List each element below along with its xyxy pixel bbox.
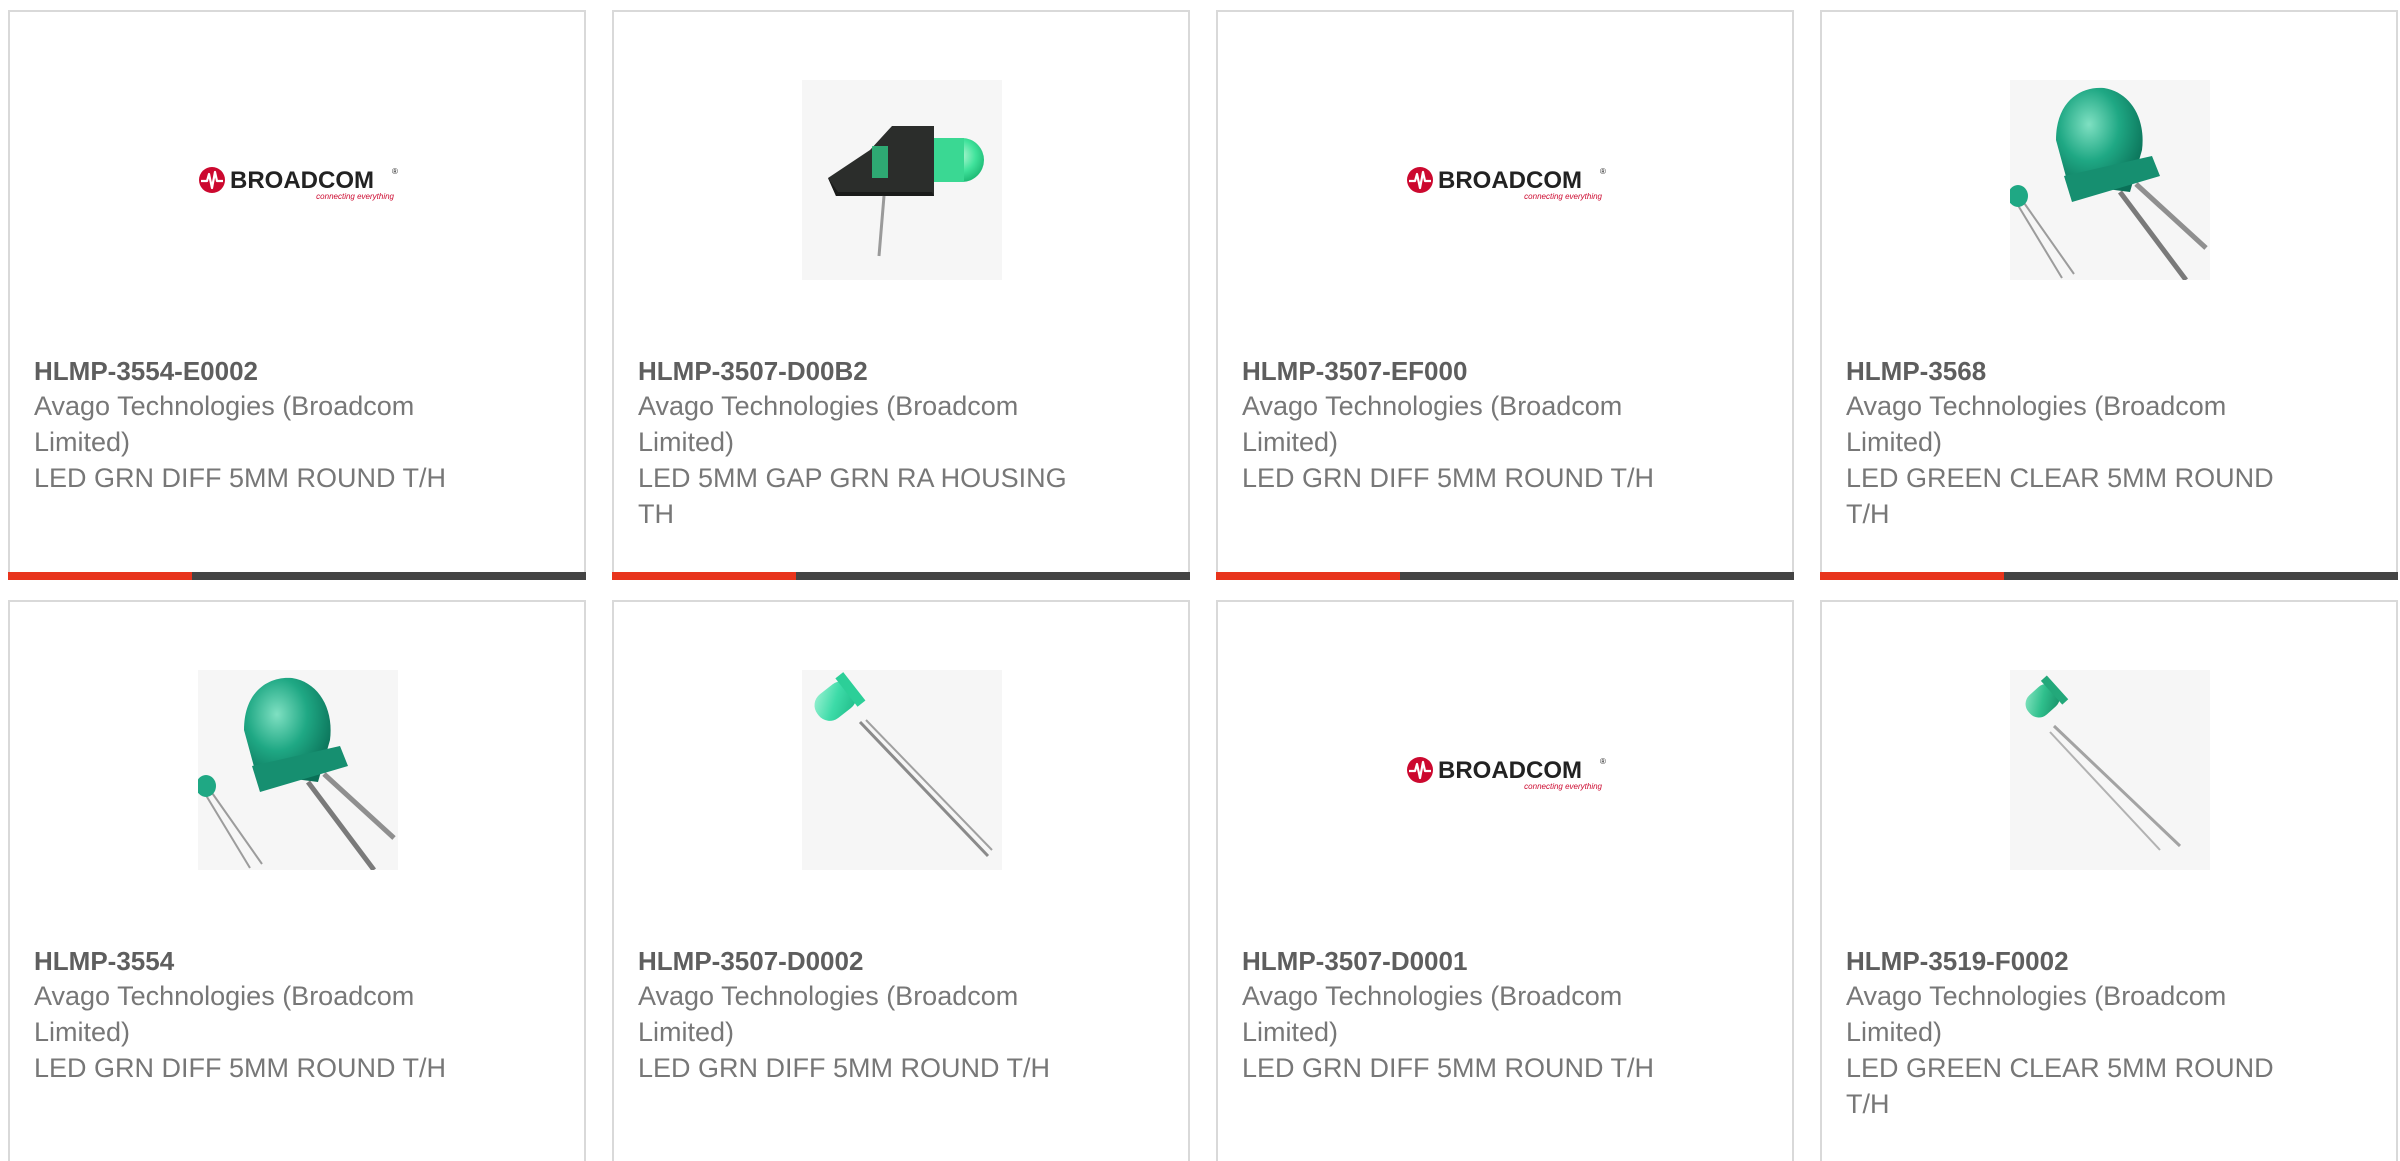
product-card[interactable]: HLMP-3554 Avago Technologies (Broadcom L… xyxy=(8,600,586,1161)
svg-text:®: ® xyxy=(1600,167,1606,176)
description: LED GREEN CLEAR 5MM ROUND T/H xyxy=(1846,463,2274,529)
manufacturer: Avago Technologies (Broadcom Limited) xyxy=(638,391,1019,457)
product-card[interactable]: HLMP-3507-D0002 Avago Technologies (Broa… xyxy=(612,600,1190,1161)
broadcom-logo: BROADCOM ® connecting everything xyxy=(1407,167,1606,201)
product-image[interactable] xyxy=(802,80,1002,280)
small-led xyxy=(2025,675,2182,851)
manufacturer: Avago Technologies (Broadcom Limited) xyxy=(34,981,415,1047)
manufacturer: Avago Technologies (Broadcom Limited) xyxy=(34,391,415,457)
part-number[interactable]: HLMP-3554-E0002 xyxy=(34,354,464,388)
broadcom-logo: BROADCOM ® connecting everything xyxy=(1407,757,1606,791)
product-card[interactable]: BROADCOM ® connecting everything HLMP-35… xyxy=(1216,10,1794,580)
product-image[interactable] xyxy=(198,670,398,870)
part-number[interactable]: HLMP-3568 xyxy=(1846,354,2276,388)
product-card[interactable]: BROADCOM ® connecting everything HLMP-35… xyxy=(8,10,586,580)
product-image[interactable]: BROADCOM ® connecting everything xyxy=(1406,670,1606,870)
svg-text:connecting everything: connecting everything xyxy=(1524,192,1602,201)
svg-text:®: ® xyxy=(1600,757,1606,766)
flanged-led-pair xyxy=(198,677,396,870)
card-bottom-bar xyxy=(612,572,1190,580)
description: LED GRN DIFF 5MM ROUND T/H xyxy=(1242,1053,1655,1083)
svg-text:connecting everything: connecting everything xyxy=(1524,782,1602,791)
manufacturer: Avago Technologies (Broadcom Limited) xyxy=(1242,981,1623,1047)
description: LED GRN DIFF 5MM ROUND T/H xyxy=(638,1053,1051,1083)
product-card[interactable]: HLMP-3568 Avago Technologies (Broadcom L… xyxy=(1820,10,2398,580)
flanged-led-pair xyxy=(2010,87,2208,280)
product-info: HLMP-3507-D0002 Avago Technologies (Broa… xyxy=(638,944,1068,1086)
part-number[interactable]: HLMP-3507-EF000 xyxy=(1242,354,1672,388)
part-number[interactable]: HLMP-3507-D00B2 xyxy=(638,354,1068,388)
manufacturer: Avago Technologies (Broadcom Limited) xyxy=(1846,391,2227,457)
product-info: HLMP-3507-EF000 Avago Technologies (Broa… xyxy=(1242,354,1672,496)
diagonal-led xyxy=(814,672,993,858)
card-bar-accent xyxy=(8,572,192,580)
product-info: HLMP-3568 Avago Technologies (Broadcom L… xyxy=(1846,354,2276,532)
description: LED GRN DIFF 5MM ROUND T/H xyxy=(1242,463,1655,493)
svg-text:BROADCOM: BROADCOM xyxy=(230,167,374,194)
product-image[interactable] xyxy=(802,670,1002,870)
card-bar-accent xyxy=(1216,572,1400,580)
product-image[interactable] xyxy=(2010,670,2210,870)
manufacturer: Avago Technologies (Broadcom Limited) xyxy=(638,981,1019,1047)
svg-text:connecting everything: connecting everything xyxy=(316,192,394,201)
manufacturer: Avago Technologies (Broadcom Limited) xyxy=(1846,981,2227,1047)
part-number[interactable]: HLMP-3554 xyxy=(34,944,464,978)
description: LED GRN DIFF 5MM ROUND T/H xyxy=(34,463,447,493)
part-number[interactable]: HLMP-3519-F0002 xyxy=(1846,944,2276,978)
product-info: HLMP-3519-F0002 Avago Technologies (Broa… xyxy=(1846,944,2276,1122)
part-number[interactable]: HLMP-3507-D0001 xyxy=(1242,944,1672,978)
card-bar-accent xyxy=(612,572,796,580)
card-bottom-bar xyxy=(1820,572,2398,580)
description: LED GREEN CLEAR 5MM ROUND T/H xyxy=(1846,1053,2274,1119)
product-info: HLMP-3554 Avago Technologies (Broadcom L… xyxy=(34,944,464,1086)
product-card[interactable]: HLMP-3507-D00B2 Avago Technologies (Broa… xyxy=(612,10,1190,580)
card-bar-accent xyxy=(1820,572,2004,580)
product-card[interactable]: BROADCOM ® connecting everything HLMP-35… xyxy=(1216,600,1794,1161)
card-bottom-bar xyxy=(8,572,586,580)
broadcom-logo: BROADCOM ® connecting everything xyxy=(199,167,398,201)
svg-text:®: ® xyxy=(392,167,398,176)
product-info: HLMP-3507-D00B2 Avago Technologies (Broa… xyxy=(638,354,1068,532)
svg-text:BROADCOM: BROADCOM xyxy=(1438,757,1582,784)
product-image[interactable]: BROADCOM ® connecting everything xyxy=(198,80,398,280)
product-grid: BROADCOM ® connecting everything HLMP-35… xyxy=(8,10,2400,1161)
product-image[interactable]: BROADCOM ® connecting everything xyxy=(1406,80,1606,280)
card-bottom-bar xyxy=(1216,572,1794,580)
product-card[interactable]: HLMP-3519-F0002 Avago Technologies (Broa… xyxy=(1820,600,2398,1161)
svg-text:BROADCOM: BROADCOM xyxy=(1438,167,1582,194)
manufacturer: Avago Technologies (Broadcom Limited) xyxy=(1242,391,1623,457)
right-angle-led-housing xyxy=(828,126,984,257)
product-info: HLMP-3507-D0001 Avago Technologies (Broa… xyxy=(1242,944,1672,1086)
part-number[interactable]: HLMP-3507-D0002 xyxy=(638,944,1068,978)
product-info: HLMP-3554-E0002 Avago Technologies (Broa… xyxy=(34,354,464,496)
description: LED 5MM GAP GRN RA HOUSING TH xyxy=(638,463,1067,529)
product-image[interactable] xyxy=(2010,80,2210,280)
description: LED GRN DIFF 5MM ROUND T/H xyxy=(34,1053,447,1083)
